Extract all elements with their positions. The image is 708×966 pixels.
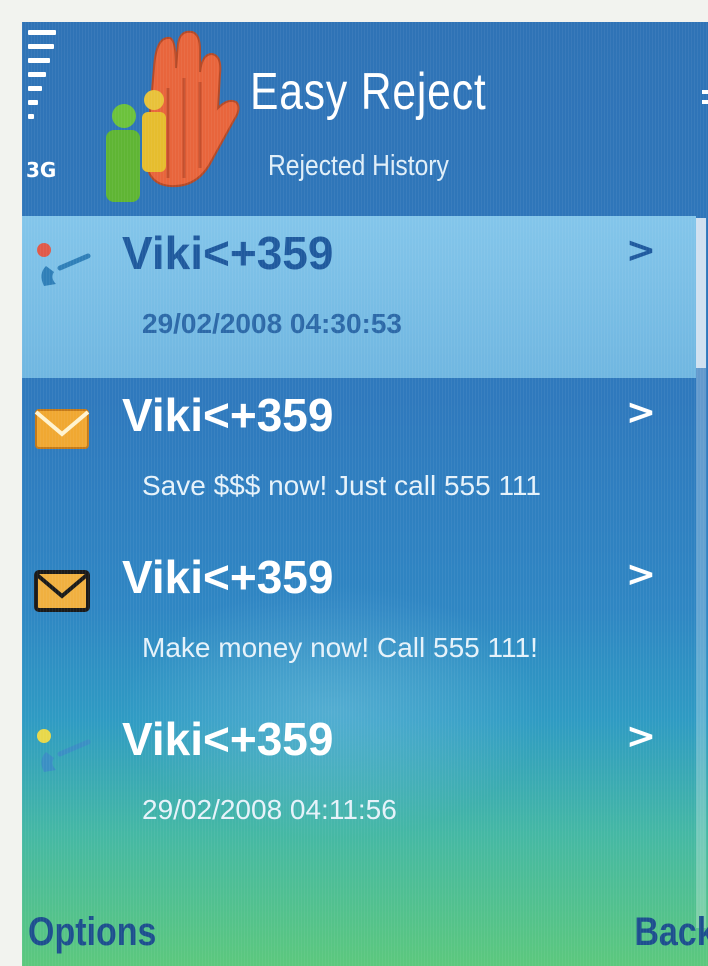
- envelope-icon: [34, 570, 90, 612]
- chevron-right-icon: >: [625, 554, 656, 595]
- page-subtitle: Rejected History: [268, 150, 449, 182]
- app-title: Easy Reject: [250, 63, 487, 121]
- list-item[interactable]: Viki<+359 > Make money now! Call 555 111…: [22, 540, 696, 702]
- softkey-bar: Options Back: [22, 906, 708, 966]
- raised-hand-people-icon: [106, 30, 240, 202]
- list-item[interactable]: Viki<+359 > Save $$$ now! Just call 555 …: [22, 378, 696, 540]
- timestamp: 29/02/2008 04:30:53: [142, 308, 402, 339]
- contact-name: Viki<+359: [122, 551, 334, 603]
- envelope-icon: [34, 409, 90, 449]
- contact-name: Viki<+359: [122, 389, 334, 441]
- scrollbar[interactable]: [696, 218, 706, 928]
- battery-icon: [698, 90, 708, 150]
- chevron-right-icon: >: [625, 230, 656, 271]
- rejected-call-icon: [37, 243, 91, 286]
- list-item[interactable]: Viki<+359 > 29/02/2008 04:30:53: [22, 216, 696, 378]
- chevron-right-icon: >: [625, 392, 656, 433]
- list-item[interactable]: Viki<+359 > 29/02/2008 04:11:56: [22, 702, 696, 864]
- contact-name: Viki<+359: [122, 227, 334, 279]
- chevron-right-icon: >: [625, 716, 656, 757]
- message-preview: Save $$$ now! Just call 555 111: [142, 470, 541, 501]
- scrollbar-thumb[interactable]: [696, 218, 706, 368]
- rejected-call-icon: [37, 729, 91, 772]
- message-preview: Make money now! Call 555 111!: [142, 632, 538, 663]
- back-softkey[interactable]: Back: [635, 910, 708, 955]
- timestamp: 29/02/2008 04:11:56: [142, 794, 397, 825]
- signal-strength-icon: [28, 30, 58, 130]
- options-softkey[interactable]: Options: [28, 910, 156, 955]
- contact-name: Viki<+359: [122, 713, 334, 765]
- network-type-label: 3G: [26, 158, 57, 182]
- phone-screen: 3G Easy Reject Rejected History Viki<+35…: [22, 22, 708, 966]
